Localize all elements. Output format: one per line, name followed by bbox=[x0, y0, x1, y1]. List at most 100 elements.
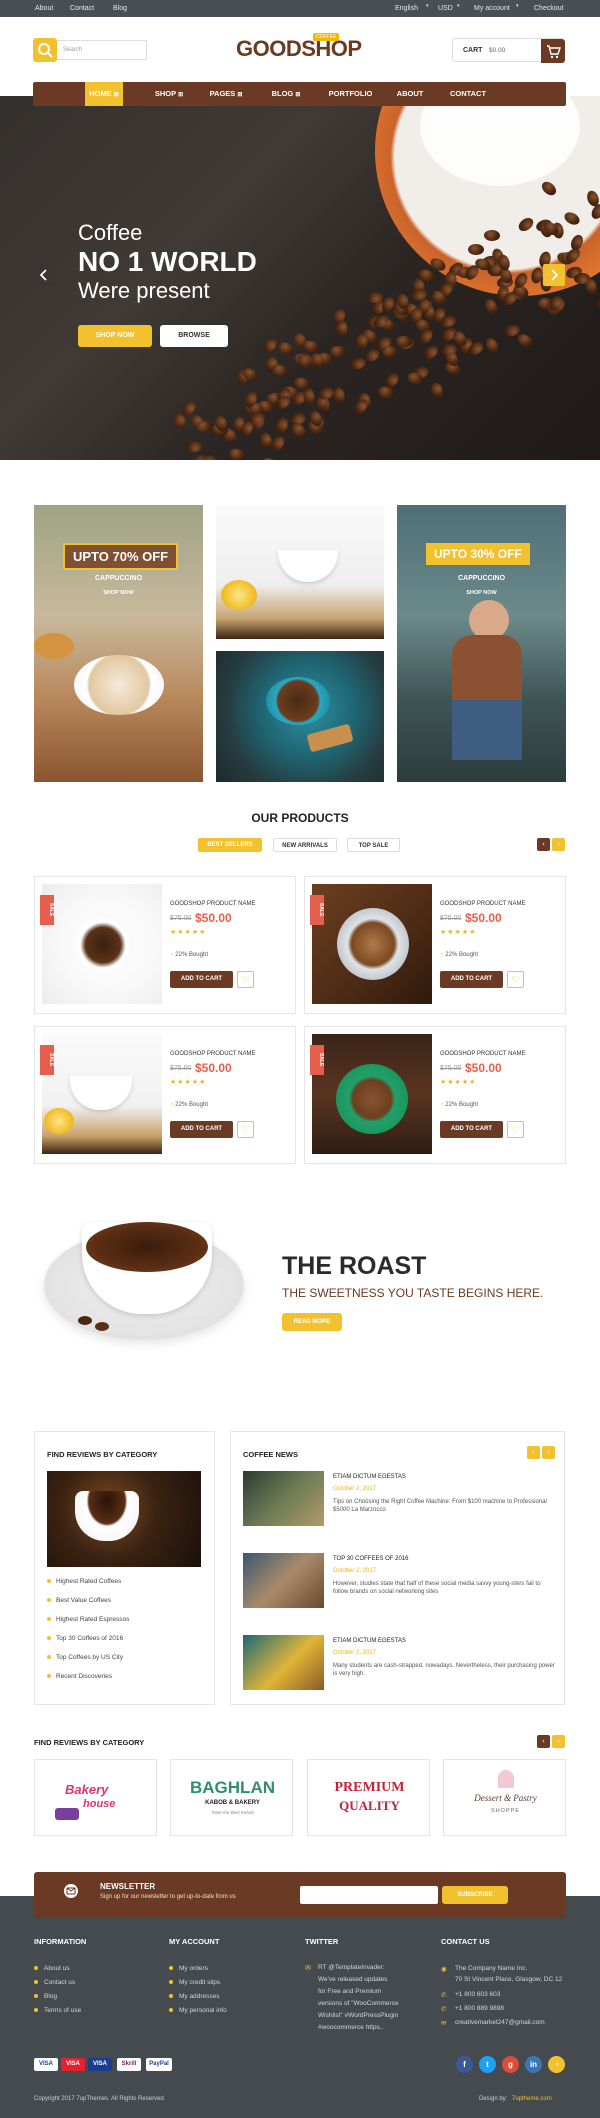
wishlist-button[interactable]: ♡ bbox=[237, 971, 254, 988]
promo-tile-bottom[interactable] bbox=[216, 651, 384, 782]
tab-best-sellers[interactable]: BEST SELLERS bbox=[198, 838, 262, 852]
nav-shop[interactable]: SHOP ⊞ bbox=[150, 82, 188, 106]
google-plus-icon[interactable]: g bbox=[502, 2056, 519, 2073]
roast-read-more-button[interactable]: READ MORE bbox=[282, 1313, 342, 1331]
review-category-link[interactable]: Best Value Coffees bbox=[47, 1597, 111, 1604]
news-prev-button[interactable]: ‹ bbox=[527, 1446, 540, 1459]
hero-shop-now-button[interactable]: SHOP NOW bbox=[78, 325, 152, 347]
add-to-cart-button[interactable]: ADD TO CART bbox=[440, 971, 503, 988]
newsletter-subscribe-button[interactable]: SUBSCRIBE bbox=[442, 1886, 508, 1904]
nav-contact[interactable]: CONTACT bbox=[443, 82, 493, 106]
review-category-link[interactable]: Highest Rated Coffees bbox=[47, 1578, 121, 1585]
footer-link[interactable]: Blog bbox=[34, 1993, 57, 2000]
news-item-title[interactable]: TOP 30 COFFEES OF 2016 bbox=[333, 1556, 408, 1562]
footer-link[interactable]: My credit slips bbox=[169, 1979, 220, 1986]
topbar-blog-link[interactable]: Blog bbox=[113, 5, 127, 12]
brand-logo-bakery-house[interactable]: Bakery house bbox=[34, 1759, 157, 1836]
nav-home[interactable]: HOME ⊞ bbox=[85, 82, 123, 106]
promo-left-link[interactable]: SHOP NOW bbox=[34, 590, 203, 596]
promo-tile-top[interactable] bbox=[216, 505, 384, 639]
language-selector[interactable]: English bbox=[395, 5, 418, 12]
promo-tile-left[interactable]: UPTO 70% OFF CAPPUCCINO SHOP NOW bbox=[34, 505, 203, 782]
design-by-link[interactable]: 7uptheme.com bbox=[512, 2096, 552, 2102]
hero-next-button[interactable] bbox=[543, 264, 565, 286]
newsletter-email-input[interactable] bbox=[300, 1886, 438, 1904]
hero-banner: Coffee NO 1 WORLD Were present SHOP NOW … bbox=[0, 96, 600, 460]
twitter-icon[interactable]: t bbox=[479, 2056, 496, 2073]
search-input[interactable]: Search bbox=[57, 40, 147, 60]
sale-ribbon: SALE bbox=[40, 1045, 54, 1075]
products-next-button[interactable]: › bbox=[552, 838, 565, 851]
brand-logo-dessert-pastry[interactable]: Dessert & Pastry SHOPPE bbox=[443, 1759, 566, 1836]
product-name[interactable]: GOODSHOP PRODUCT NAME bbox=[170, 1051, 255, 1057]
rss-icon[interactable]: ◔ bbox=[548, 2056, 565, 2073]
news-item-title[interactable]: ETIAM DICTUM EGESTAS bbox=[333, 1474, 406, 1480]
topbar-contact-link[interactable]: Contact bbox=[70, 5, 94, 12]
brands-next-button[interactable]: › bbox=[552, 1735, 565, 1748]
search-button[interactable] bbox=[33, 38, 57, 62]
news-image[interactable] bbox=[243, 1471, 324, 1526]
topbar-about-link[interactable]: About bbox=[35, 5, 53, 12]
review-category-link[interactable]: Recent Discoveries bbox=[47, 1673, 112, 1680]
footer-link[interactable]: About us bbox=[34, 1965, 70, 1972]
add-to-cart-button[interactable]: ADD TO CART bbox=[170, 1121, 233, 1138]
review-category-link[interactable]: Highest Rated Espressos bbox=[47, 1616, 129, 1623]
linkedin-icon[interactable]: in bbox=[525, 2056, 542, 2073]
add-to-cart-button[interactable]: ADD TO CART bbox=[170, 971, 233, 988]
cart-icon-box bbox=[541, 39, 565, 63]
nav-blog[interactable]: BLOG ⊞ bbox=[267, 82, 305, 106]
coffee-bean bbox=[260, 457, 278, 460]
review-category-link[interactable]: Top 30 Coffees of 2016 bbox=[47, 1635, 123, 1642]
tweet-line[interactable]: #woocommerce https.. bbox=[318, 2024, 383, 2031]
nav-pages[interactable]: PAGES ⊞ bbox=[204, 82, 248, 106]
product-name[interactable]: GOODSHOP PRODUCT NAME bbox=[440, 1051, 525, 1057]
nav-portfolio[interactable]: PORTFOLIO bbox=[323, 82, 378, 106]
account-menu[interactable]: My account bbox=[474, 5, 510, 12]
news-image[interactable] bbox=[243, 1553, 324, 1608]
product-card[interactable]: SALE GOODSHOP PRODUCT NAME $75.00 $50.00… bbox=[304, 876, 566, 1014]
product-card[interactable]: SALE GOODSHOP PRODUCT NAME $75.00 $50.00… bbox=[34, 1026, 296, 1164]
promo-tile-right[interactable]: UPTO 30% OFF CAPPUCCINO SHOP NOW bbox=[397, 505, 566, 782]
product-card[interactable]: SALE GOODSHOP PRODUCT NAME $75.00 $50.00… bbox=[304, 1026, 566, 1164]
footer-link[interactable]: My addresses bbox=[169, 1993, 219, 2000]
product-name[interactable]: GOODSHOP PRODUCT NAME bbox=[170, 901, 255, 907]
tweet-line[interactable]: RT @TemplateInvader: bbox=[318, 1964, 385, 1971]
footer-link[interactable]: Terms of use bbox=[34, 2007, 81, 2014]
footer-link[interactable]: My personal info bbox=[169, 2007, 227, 2014]
brands-prev-button[interactable]: ‹ bbox=[537, 1735, 550, 1748]
news-image[interactable] bbox=[243, 1635, 324, 1690]
product-image[interactable] bbox=[42, 884, 162, 1004]
footer-link[interactable]: My orders bbox=[169, 1965, 208, 1972]
topbar-checkout-link[interactable]: Checkout bbox=[534, 5, 564, 12]
product-image[interactable] bbox=[42, 1034, 162, 1154]
product-card[interactable]: SALE GOODSHOP PRODUCT NAME $75.00 $50.00… bbox=[34, 876, 296, 1014]
add-to-cart-button[interactable]: ADD TO CART bbox=[440, 1121, 503, 1138]
news-item-title[interactable]: ETIAM DICTUM EGESTAS bbox=[333, 1638, 406, 1644]
cart-widget[interactable]: CART $0.00 bbox=[452, 38, 565, 63]
roast-coffee-image bbox=[86, 1222, 208, 1272]
product-name[interactable]: GOODSHOP PRODUCT NAME bbox=[440, 901, 525, 907]
contact-email[interactable]: creativemarket247@gmail.com bbox=[455, 2019, 545, 2026]
product-image[interactable] bbox=[312, 884, 432, 1004]
reviews-image[interactable] bbox=[47, 1471, 201, 1567]
site-logo[interactable]: GOODSHOP bbox=[236, 36, 362, 62]
nav-about[interactable]: ABOUT bbox=[390, 82, 430, 106]
products-prev-button[interactable]: ‹ bbox=[537, 838, 550, 851]
currency-selector[interactable]: USD bbox=[438, 5, 453, 12]
product-image[interactable] bbox=[312, 1034, 432, 1154]
cupcake-icon bbox=[498, 1770, 514, 1788]
tab-top-sale[interactable]: TOP SALE bbox=[347, 838, 400, 852]
facebook-icon[interactable]: f bbox=[456, 2056, 473, 2073]
footer-link[interactable]: Contact us bbox=[34, 1979, 75, 1986]
review-category-link[interactable]: Top Coffees by US City bbox=[47, 1654, 123, 1661]
hero-browse-button[interactable]: BROWSE bbox=[160, 325, 228, 347]
wishlist-button[interactable]: ♡ bbox=[237, 1121, 254, 1138]
hero-prev-button[interactable] bbox=[33, 264, 55, 286]
tab-new-arrivals[interactable]: NEW ARRIVALS bbox=[273, 838, 337, 852]
brand-logo-baghlan[interactable]: BAGHLAN KABOB & BAKERY Taste the Best Ke… bbox=[170, 1759, 293, 1836]
news-next-button[interactable]: › bbox=[542, 1446, 555, 1459]
wishlist-button[interactable]: ♡ bbox=[507, 971, 524, 988]
promo-right-link[interactable]: SHOP NOW bbox=[397, 590, 566, 596]
brand-logo-premium-quality[interactable]: PREMIUM QUALITY bbox=[307, 1759, 430, 1836]
wishlist-button[interactable]: ♡ bbox=[507, 1121, 524, 1138]
